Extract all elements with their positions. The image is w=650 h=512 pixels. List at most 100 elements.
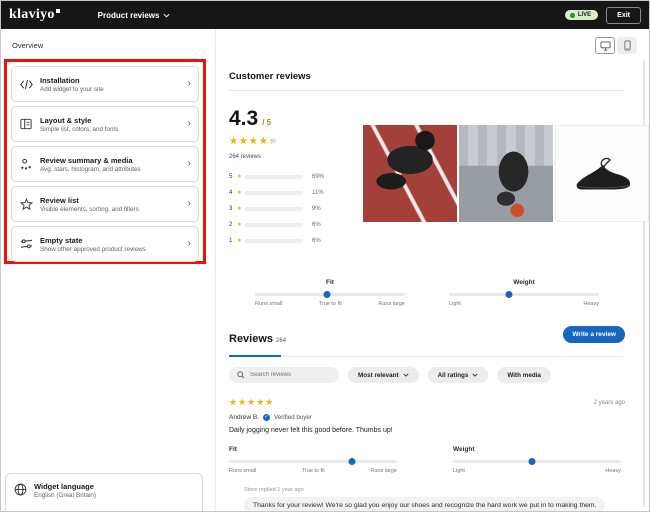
summary-section: 4.3 / 5 ★★★★★★★★★★ 264 reviews 5 ★ 69% — [229, 101, 649, 253]
star-outline-icon — [19, 197, 33, 211]
live-label: LIVE — [577, 12, 592, 18]
rating-histogram: 5 ★ 69% 4 ★ 11% 3 ★ 9% 2 ★ 6% 1 ★ 6% — [229, 173, 347, 244]
desktop-view-button[interactable] — [595, 37, 615, 54]
chevron-down-icon — [163, 13, 170, 18]
live-status-badge: LIVE — [564, 10, 599, 20]
sidebar-item-subtitle: Add widget to your site — [40, 85, 104, 93]
reviews-widget-preview: Customer reviews 4.3 / 5 ★★★★★★★★★★ 264 … — [229, 71, 649, 511]
star-icon: ★ — [237, 221, 242, 228]
review-weight-slider-dot[interactable] — [528, 458, 536, 465]
with-media-label: With media — [507, 371, 541, 379]
sidebar-item-subtitle: Simple list, colors, and fonts — [40, 125, 119, 133]
search-reviews-field[interactable] — [229, 367, 339, 383]
review-count-link[interactable]: 264 reviews — [229, 154, 347, 160]
summary-attributes: Fit Runs small True to fit Runs large We… — [229, 279, 625, 307]
histogram-row[interactable]: 5 ★ 69% — [229, 173, 347, 180]
tab-reviews[interactable]: Reviews 264 — [229, 333, 286, 345]
review-date: 2 years ago — [593, 399, 625, 406]
product-photo-1[interactable] — [363, 125, 457, 222]
attribute-max-label: Heavy — [583, 301, 599, 307]
histogram-bar-track — [245, 222, 303, 227]
write-review-button[interactable]: Write a review — [563, 326, 625, 343]
attribute-label: Fit — [326, 279, 334, 286]
device-toggle — [595, 37, 637, 54]
histogram-percent: 69% — [312, 173, 325, 180]
layout-icon — [19, 117, 33, 131]
attribute-label: Weight — [513, 279, 535, 286]
histogram-row[interactable]: 4 ★ 11% — [229, 189, 347, 196]
sort-dropdown-label: Most relevant — [358, 371, 399, 379]
histogram-percent: 9% — [312, 205, 321, 212]
top-bar: klaviyo Product reviews LIVE Exit — [1, 1, 649, 29]
histogram-bar-track — [245, 190, 303, 195]
weight-slider-dot[interactable] — [505, 291, 513, 298]
klaviyo-logo-text: klaviyo — [9, 7, 55, 22]
fit-attribute: Fit Runs small True to fit Runs large — [255, 279, 405, 307]
sidebar-item-title: Layout & style — [40, 115, 92, 125]
review-author: Andrew B. — [229, 414, 259, 421]
review-filters: Most relevant All ratings With media — [229, 367, 625, 383]
search-reviews-input[interactable] — [250, 372, 330, 378]
sidebar-item-review-summary[interactable]: Review summary & media Avg. stars, histo… — [11, 146, 199, 182]
histogram-row[interactable]: 1 ★ 6% — [229, 237, 347, 244]
widget-language-value: English (Great Britain) — [34, 492, 96, 499]
chevron-right-icon: › — [187, 198, 191, 209]
sidebar: Overview Installation Add widget to your… — [1, 29, 216, 511]
reviews-tab-count: 264 — [276, 338, 287, 344]
histogram-bar-track — [245, 206, 303, 211]
histogram-row[interactable]: 3 ★ 9% — [229, 205, 347, 212]
mobile-view-button[interactable] — [617, 37, 637, 54]
reviews-section-header: Reviews 264 Write a review — [229, 326, 625, 357]
review-fit-slider-track — [229, 458, 397, 465]
attribute-min-label: Light — [449, 301, 461, 307]
sidebar-item-review-list[interactable]: Review list Visible elements, sorting, a… — [11, 186, 199, 222]
preview-panel: Customer reviews 4.3 / 5 ★★★★★★★★★★ 264 … — [217, 29, 649, 511]
sidebar-item-title: Review list — [40, 195, 79, 205]
attribute-min-label: Light — [453, 468, 465, 474]
sliders-icon — [19, 237, 33, 251]
histogram-percent: 11% — [312, 189, 324, 196]
sidebar-item-installation[interactable]: Installation Add widget to your site › — [11, 66, 199, 102]
with-media-filter[interactable]: With media — [497, 367, 551, 383]
sidebar-item-subtitle: Avg. stars, histogram, and attributes — [40, 165, 141, 173]
ratings-filter-dropdown[interactable]: All ratings — [427, 367, 489, 383]
sidebar-item-empty-state[interactable]: Empty state Show other approved product … — [11, 226, 199, 262]
review-attributes: Fit Runs small True to fit Runs large We… — [229, 446, 625, 474]
chevron-down-icon — [472, 373, 478, 377]
sneaker-illustration — [576, 157, 631, 189]
attribute-min-label: Runs small — [229, 468, 257, 474]
review-weight-attribute: Weight Light Heavy — [453, 446, 621, 474]
sidebar-item-subtitle: Show other approved product reviews — [40, 245, 146, 253]
exit-button[interactable]: Exit — [606, 6, 641, 24]
widget-language-card[interactable]: Widget language English (Great Britain) — [5, 473, 203, 511]
average-star-rating: ★★★★★★★★★★ — [229, 136, 279, 147]
histogram-star-count: 5 — [229, 173, 233, 180]
sidebar-item-title: Empty state — [40, 235, 83, 245]
star-icon: ★ — [237, 205, 242, 212]
review-item: ★★★★★ ★★★★★ 2 years ago Andrew B. ✓ Verif… — [229, 398, 625, 511]
widget-language-title: Widget language — [34, 482, 94, 491]
attribute-mid-label: True to fit — [318, 301, 342, 307]
product-photo-2[interactable] — [459, 125, 553, 222]
sort-dropdown[interactable]: Most relevant — [348, 367, 419, 383]
review-fit-slider-dot[interactable] — [348, 458, 356, 465]
active-tab-underline — [229, 355, 281, 357]
store-reply: Store replied 1 year ago Thanks for your… — [244, 487, 625, 511]
product-photo-3[interactable] — [555, 125, 649, 222]
average-rating-value: 4.3 — [229, 107, 259, 130]
fit-slider-dot[interactable] — [323, 291, 331, 298]
sidebar-item-layout-style[interactable]: Layout & style Simple list, colors, and … — [11, 106, 199, 142]
histogram-row[interactable]: 2 ★ 6% — [229, 221, 347, 228]
attribute-max-label: Heavy — [605, 468, 621, 474]
attribute-max-label: Runs large — [370, 468, 397, 474]
histogram-percent: 6% — [312, 237, 321, 244]
phone-icon — [623, 40, 631, 51]
product-reviews-menu[interactable]: Product reviews — [98, 11, 171, 20]
attribute-mid-label: True to fit — [301, 468, 325, 474]
histogram-percent: 6% — [312, 221, 321, 228]
sidebar-item-subtitle: Visible elements, sorting, and filters — [40, 205, 139, 213]
klaviyo-logo-mark-icon — [55, 9, 60, 13]
product-menu-label: Product reviews — [97, 10, 160, 20]
star-icon: ★ — [237, 173, 242, 180]
code-icon — [19, 77, 33, 91]
